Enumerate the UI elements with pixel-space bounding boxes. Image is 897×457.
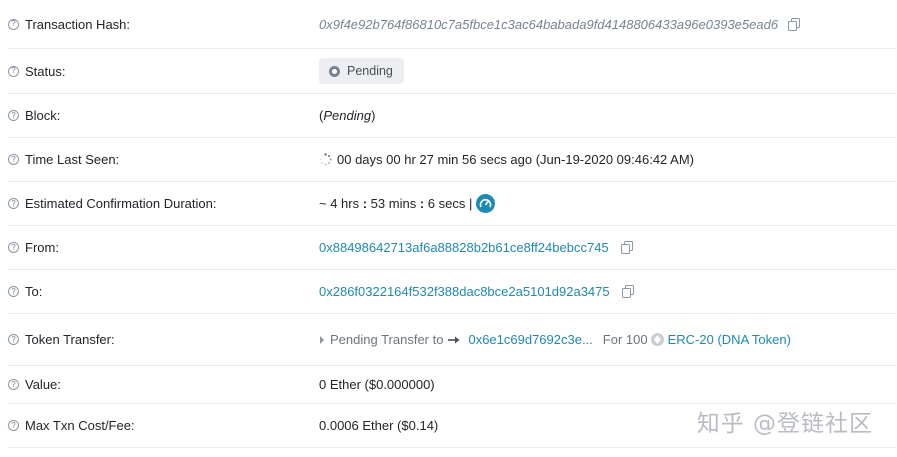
- arrow-right-icon: [448, 336, 460, 343]
- spinner-icon: [319, 153, 332, 166]
- question-icon[interactable]: ?: [8, 334, 19, 345]
- estimated-duration-value: ~ 4 hrs : 53 mins : 6 secs |: [319, 194, 496, 213]
- caret-right-icon: [320, 335, 324, 344]
- row-to: ? To: 0x286f0322164f532f388dac8bce2a5101…: [8, 270, 896, 314]
- question-icon[interactable]: ?: [8, 18, 19, 30]
- row-status: ? Status: Pending: [8, 49, 896, 94]
- question-icon[interactable]: ?: [8, 65, 19, 77]
- row-token-transfer: ? Token Transfer: Pending Transfer to 0x…: [8, 314, 896, 366]
- label-estimated-confirmation: Estimated Confirmation Duration:: [25, 196, 217, 211]
- label-status: Status:: [25, 63, 66, 79]
- question-icon[interactable]: ?: [8, 110, 19, 121]
- token-coin-icon: [650, 333, 664, 346]
- copy-icon[interactable]: [621, 285, 634, 298]
- value-amount: 0 Ether ($0.000000): [319, 377, 435, 392]
- label-value: Value:: [25, 377, 61, 392]
- row-block: ? Block: (Pending): [8, 94, 896, 138]
- question-icon[interactable]: ?: [8, 286, 19, 297]
- transaction-hash-value: 0x9f4e92b764f86810c7a5fbce1c3ac64babada9…: [319, 16, 779, 32]
- label-token-transfer: Token Transfer:: [25, 332, 115, 347]
- pending-transfer-text: Pending Transfer to: [330, 332, 444, 347]
- gauge-icon[interactable]: [476, 194, 496, 213]
- to-address-link[interactable]: 0x286f0322164f532f388dac8bce2a5101d92a34…: [319, 284, 610, 299]
- label-to: To:: [25, 284, 43, 299]
- label-transaction-hash: Transaction Hash:: [25, 16, 131, 32]
- copy-icon[interactable]: [788, 17, 801, 31]
- question-icon[interactable]: ?: [8, 242, 19, 253]
- time-last-seen-value: 00 days 00 hr 27 min 56 secs ago (Jun-19…: [337, 152, 694, 167]
- row-value: ? Value: 0 Ether ($0.000000): [8, 366, 896, 404]
- label-from: From:: [25, 240, 59, 255]
- question-icon[interactable]: ?: [8, 379, 19, 390]
- block-value: (Pending): [319, 108, 376, 123]
- question-icon[interactable]: ?: [8, 198, 19, 209]
- max-txn-cost-value: 0.0006 Ether ($0.14): [319, 418, 439, 433]
- pending-dot-icon: [329, 65, 340, 77]
- label-max-txn-cost: Max Txn Cost/Fee:: [25, 418, 135, 433]
- from-address-link[interactable]: 0x88498642713af6a88828b2b61ce8ff24bebcc7…: [319, 240, 609, 255]
- row-from: ? From: 0x88498642713af6a88828b2b61ce8ff…: [8, 226, 896, 270]
- token-name-link[interactable]: ERC-20 (DNA Token): [668, 332, 791, 347]
- row-transaction-hash: ? Transaction Hash: 0x9f4e92b764f86810c7…: [8, 0, 896, 49]
- token-amount-text: For 100: [602, 332, 648, 347]
- question-icon[interactable]: ?: [8, 420, 19, 431]
- question-icon[interactable]: ?: [8, 154, 19, 165]
- watermark: 知乎 @登链社区: [696, 411, 873, 437]
- row-time-last-seen: ? Time Last Seen: 00 days 00 hr 27 min 5…: [8, 138, 896, 182]
- row-estimated-confirmation: ? Estimated Confirmation Duration: ~ 4 h…: [8, 182, 896, 226]
- copy-icon[interactable]: [620, 241, 633, 254]
- label-time-last-seen: Time Last Seen:: [25, 152, 120, 167]
- label-block: Block:: [25, 108, 61, 123]
- status-badge: Pending: [319, 58, 404, 84]
- token-to-address-link[interactable]: 0x6e1c69d7692c3e...: [468, 332, 592, 347]
- status-text: Pending: [347, 64, 393, 78]
